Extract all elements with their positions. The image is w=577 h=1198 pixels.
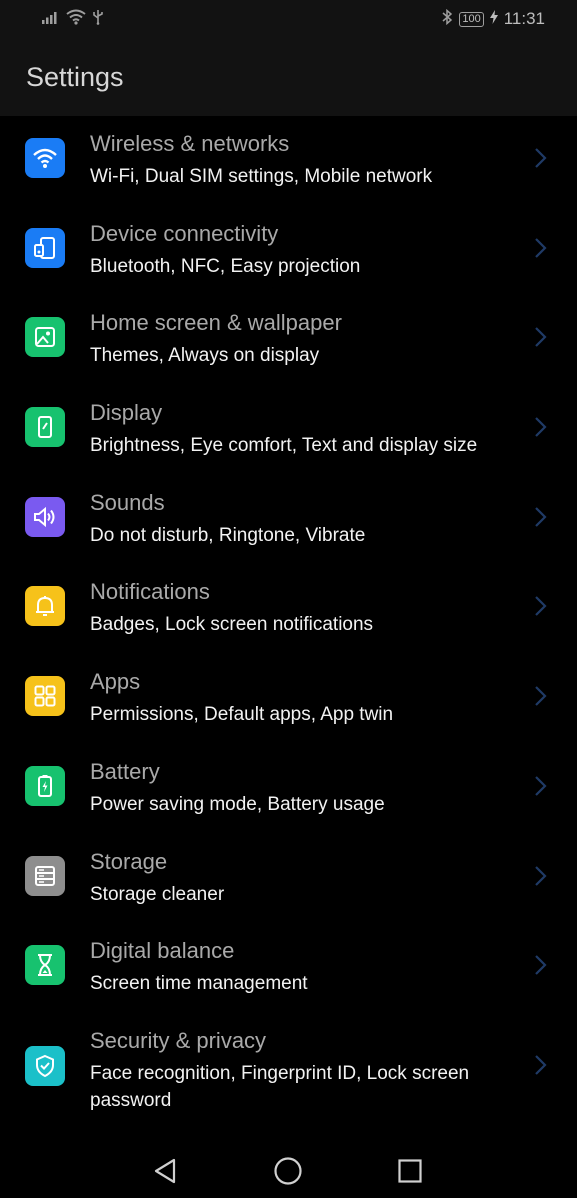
settings-item-title: Apps <box>90 669 141 695</box>
status-left <box>42 9 104 29</box>
settings-item-title: Storage <box>90 848 168 874</box>
status-bar: 100 11:31 <box>0 0 577 40</box>
settings-item-subtitle: Brightness, Eye comfort, Text and displa… <box>90 435 478 457</box>
recents-icon <box>398 1159 422 1183</box>
display-icon <box>25 407 65 448</box>
settings-item-subtitle: Screen time management <box>90 973 308 995</box>
settings-item-title: Sounds <box>90 489 165 515</box>
chevron-right-icon <box>535 506 547 527</box>
settings-item-subtitle: Themes, Always on display <box>90 345 320 367</box>
settings-item-sounds[interactable]: Sounds Do not disturb, Ringtone, Vibrate <box>0 477 577 567</box>
chevron-right-icon <box>535 776 547 796</box>
home-button[interactable] <box>272 1155 304 1187</box>
status-time: 11:31 <box>503 9 545 28</box>
chevron-right-icon <box>535 148 547 168</box>
signal-icon <box>42 10 60 29</box>
settings-item-title: Notifications <box>90 579 210 605</box>
back-button[interactable] <box>149 1155 181 1187</box>
settings-item-subtitle: Badges, Lock screen notifications <box>90 614 374 636</box>
hourglass-icon <box>25 945 65 986</box>
chevron-right-icon <box>535 417 547 437</box>
settings-item-subtitle: Wi-Fi, Dual SIM settings, Mobile network <box>90 166 433 187</box>
device-connectivity-icon <box>25 227 65 268</box>
speaker-icon <box>25 496 65 537</box>
settings-item-title: Device connectivity <box>90 220 279 246</box>
page-title: Settings <box>26 62 124 92</box>
settings-item-security[interactable]: Security & privacy Face recognition, Fin… <box>0 1015 577 1133</box>
settings-item-subtitle: Do not disturb, Ringtone, Vibrate <box>90 524 366 546</box>
settings-item-wireless[interactable]: Wireless & networks Wi-Fi, Dual SIM sett… <box>0 118 577 208</box>
settings-item-subtitle: Permissions, Default apps, App twin <box>90 704 394 726</box>
apps-grid-icon <box>25 676 65 717</box>
battery-icon <box>25 765 65 806</box>
chevron-right-icon <box>535 955 547 975</box>
chevron-right-icon <box>535 1055 547 1075</box>
charging-icon <box>489 9 498 29</box>
settings-item-title: Digital balance <box>90 938 235 964</box>
usb-icon <box>92 9 104 30</box>
settings-item-title: Wireless & networks <box>90 131 290 156</box>
settings-item-home-screen[interactable]: Home screen & wallpaper Themes, Always o… <box>0 297 577 387</box>
settings-list: Wireless & networks Wi-Fi, Dual SIM sett… <box>0 118 577 1133</box>
app-header: Settings <box>0 40 577 116</box>
settings-item-title: Battery <box>90 758 160 784</box>
chevron-right-icon <box>535 237 547 258</box>
settings-item-display[interactable]: Display Brightness, Eye comfort, Text an… <box>0 387 577 477</box>
back-icon <box>154 1158 176 1184</box>
settings-item-notifications[interactable]: Notifications Badges, Lock screen notifi… <box>0 566 577 656</box>
settings-item-digital-balance[interactable]: Digital balance Screen time management <box>0 925 577 1015</box>
home-icon <box>274 1157 302 1185</box>
settings-item-subtitle: Face recognition, Fingerprint ID, Lock s… <box>90 1062 470 1111</box>
bell-icon <box>25 586 65 627</box>
recents-button[interactable] <box>394 1155 426 1187</box>
bluetooth-icon <box>441 8 453 30</box>
shield-icon <box>25 1045 65 1086</box>
wifi-icon <box>66 9 86 30</box>
settings-item-title: Display <box>90 400 163 426</box>
wifi-icon <box>25 138 65 178</box>
settings-item-storage[interactable]: Storage Storage cleaner <box>0 836 577 926</box>
chevron-right-icon <box>535 865 547 886</box>
chevron-right-icon <box>535 686 547 706</box>
settings-item-title: Home screen & wallpaper <box>90 310 342 336</box>
chevron-right-icon <box>535 327 547 348</box>
chevron-right-icon <box>535 596 547 617</box>
settings-item-subtitle: Power saving mode, Battery usage <box>90 793 385 815</box>
settings-item-battery[interactable]: Battery Power saving mode, Battery usage <box>0 746 577 836</box>
settings-item-subtitle: Bluetooth, NFC, Easy projection <box>90 255 361 277</box>
navigation-bar <box>0 1140 577 1198</box>
settings-item-title: Security & privacy <box>90 1027 267 1053</box>
storage-icon <box>25 855 65 896</box>
settings-item-device-connectivity[interactable]: Device connectivity Bluetooth, NFC, Easy… <box>0 208 577 298</box>
status-right: 100 11:31 <box>441 8 545 30</box>
settings-item-subtitle: Storage cleaner <box>90 883 225 905</box>
wallpaper-icon <box>25 317 65 358</box>
settings-item-apps[interactable]: Apps Permissions, Default apps, App twin <box>0 656 577 746</box>
battery-level: 100 <box>459 11 484 27</box>
